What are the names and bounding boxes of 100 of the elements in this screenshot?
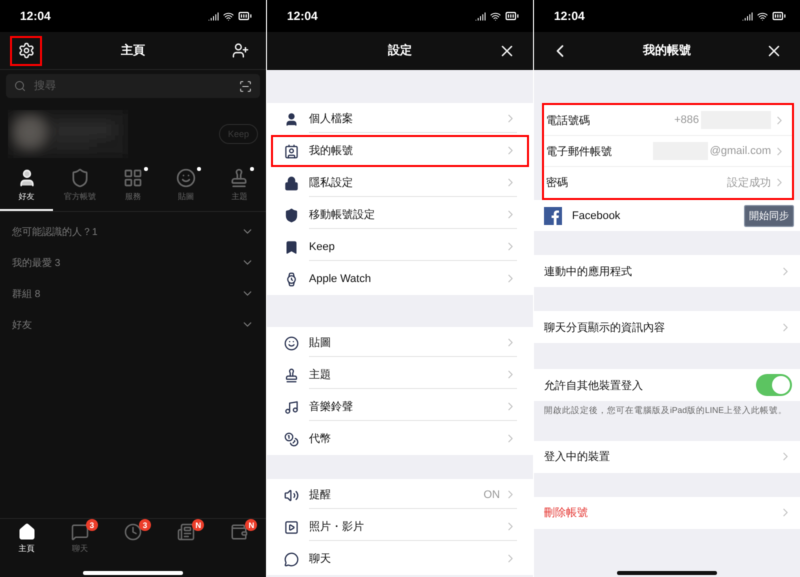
clock-icon <box>124 523 142 541</box>
settings-row[interactable]: 移動帳號設定 <box>271 199 529 231</box>
row-label: 電話號碼 <box>546 114 591 128</box>
row-label: Keep <box>309 240 336 252</box>
bottom-tab[interactable]: N <box>212 519 266 564</box>
row-label: 刪除帳號 <box>544 506 589 520</box>
settings-row[interactable]: 主題 <box>271 359 529 391</box>
add-person-icon <box>232 42 248 59</box>
account-row[interactable]: 電話號碼 +886 <box>544 105 792 136</box>
row-label: 我的帳號 <box>309 144 354 158</box>
notification-badge: N <box>245 519 258 531</box>
id-card-icon <box>284 144 298 158</box>
settings-row[interactable]: 聊天分頁顯示的資訊內容 <box>534 311 800 343</box>
row-label: 聊天 <box>309 552 332 566</box>
friend-section[interactable]: 群組 8 <box>0 278 266 309</box>
shield-icon <box>70 168 90 188</box>
wifi-icon <box>223 10 234 22</box>
settings-button[interactable] <box>10 36 42 66</box>
row-label: 貼圖 <box>309 336 332 350</box>
screen-title: 設定 <box>388 42 412 59</box>
bookmark-icon <box>284 240 298 254</box>
wifi-icon <box>757 10 768 22</box>
status-time: 12:04 <box>287 9 318 23</box>
row-label: 允許自其他裝置登入 <box>544 378 644 392</box>
notification-badge: 3 <box>139 519 151 531</box>
settings-row[interactable]: 提醒 ON <box>271 479 529 511</box>
row-value: @gmail.com <box>710 145 771 157</box>
settings-row[interactable]: 代幣 <box>271 423 529 455</box>
account-row[interactable]: 密碼 設定成功 <box>544 167 792 198</box>
wallet-icon <box>230 523 248 541</box>
settings-row[interactable]: Apple Watch <box>271 263 529 295</box>
speech-bubble-icon <box>284 552 298 566</box>
grid-icon <box>123 168 143 188</box>
search-icon <box>14 80 26 92</box>
signal-icon <box>208 10 219 22</box>
notification-badge: 3 <box>86 519 98 531</box>
settings-row[interactable]: 刪除帳號 <box>534 496 800 529</box>
gear-icon <box>18 42 34 59</box>
row-label: 聊天分頁顯示的資訊內容 <box>544 320 666 334</box>
row-label: 登入中的裝置 <box>544 450 611 464</box>
row-label: 電子郵件帳號 <box>546 144 613 158</box>
friend-section[interactable]: 我的最愛 3 <box>0 247 266 278</box>
scan-icon[interactable] <box>239 80 252 92</box>
row-label: 音樂鈴聲 <box>309 400 354 414</box>
screen-title: 我的帳號 <box>643 42 691 59</box>
account-row[interactable]: 電子郵件帳號 @gmail.com <box>544 136 792 167</box>
settings-row[interactable]: 隱私設定 <box>271 167 529 199</box>
person-icon <box>284 112 298 126</box>
battery-icon <box>505 9 519 23</box>
settings-row[interactable]: 我的帳號 <box>271 135 529 167</box>
row-label: 個人檔案 <box>309 112 354 126</box>
news-icon <box>177 523 196 541</box>
row-label: 代幣 <box>309 432 332 446</box>
settings-row[interactable]: 連動中的應用程式 <box>534 255 800 287</box>
search-input[interactable]: 搜尋 <box>32 79 233 93</box>
row-label: 密碼 <box>546 176 569 190</box>
chat-icon <box>70 523 89 541</box>
shield-icon <box>284 208 298 222</box>
sync-button[interactable]: 開始同步 <box>744 204 794 226</box>
section-label: 好友 <box>12 318 32 332</box>
settings-row[interactable]: 照片・影片 <box>271 511 529 543</box>
row-label: 主題 <box>309 368 332 382</box>
settings-row[interactable]: 允許自其他裝置登入 <box>534 369 800 401</box>
toggle-switch[interactable] <box>756 374 792 396</box>
section-label: 群組 8 <box>12 288 40 300</box>
section-label: 我的最愛 3 <box>12 256 60 270</box>
bottom-tab[interactable]: 3 <box>106 519 160 564</box>
row-value: +886 <box>674 114 699 126</box>
row-value: ON <box>484 488 500 500</box>
row-label: 提醒 <box>309 488 332 502</box>
settings-row[interactable]: 音樂鈴聲 <box>271 391 529 423</box>
home-icon <box>18 523 36 541</box>
settings-row[interactable]: Keep <box>271 231 529 263</box>
friend-section[interactable]: 您可能認識的人？1 <box>0 216 266 247</box>
smiley-icon <box>176 168 196 188</box>
stamp-icon <box>284 368 298 382</box>
play-icon <box>284 520 298 534</box>
settings-row[interactable]: 個人檔案 <box>271 103 529 135</box>
bottom-tab[interactable]: N <box>160 519 213 564</box>
setting-note: 開啟此設定後，您可在電腦版及iPad版的LINE上登入此帳號。 <box>543 404 788 417</box>
speaker-icon <box>284 488 298 502</box>
coin-icon <box>284 432 298 446</box>
status-time: 12:04 <box>20 9 51 23</box>
category-tab[interactable]: 好友 <box>0 164 54 211</box>
search-field[interactable]: 搜尋 <box>6 74 260 98</box>
settings-row[interactable]: 貼圖 <box>271 327 529 359</box>
row-label: 連動中的應用程式 <box>544 264 633 278</box>
stamp-icon <box>229 168 250 188</box>
row-value: 設定成功 <box>727 176 771 190</box>
row-label: Apple Watch <box>309 272 372 284</box>
settings-row[interactable]: 登入中的裝置 <box>534 440 800 473</box>
settings-row[interactable]: 聊天 <box>271 543 529 575</box>
signal-icon <box>742 10 753 22</box>
friend-section[interactable]: 好友 <box>0 309 266 340</box>
signal-icon <box>475 10 486 22</box>
smiley-icon <box>284 336 298 350</box>
section-label: 您可能認識的人？1 <box>12 226 98 238</box>
bottom-tab[interactable]: 主頁 <box>0 519 54 564</box>
music-note-icon <box>284 400 298 414</box>
bottom-tab[interactable]: 3 聊天 <box>53 519 106 564</box>
